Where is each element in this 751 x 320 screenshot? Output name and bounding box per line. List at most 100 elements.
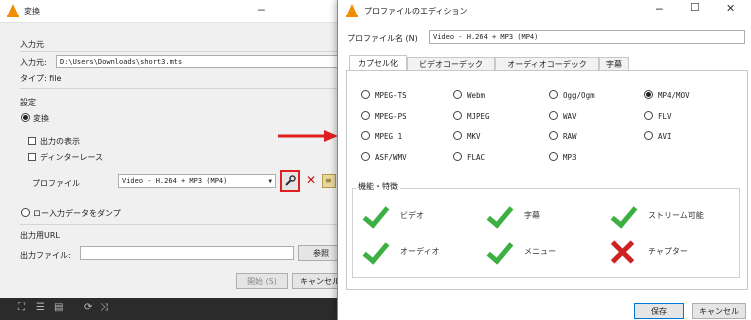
feature-label: ビデオ <box>400 211 424 220</box>
format-label: FLV <box>658 112 672 121</box>
format-radio[interactable] <box>361 152 370 161</box>
tab-subtitles[interactable]: 字幕 <box>599 57 629 70</box>
format-label: ASF/WMV <box>375 153 407 162</box>
loop-icon[interactable]: ⟳ <box>84 302 92 313</box>
format-label: MP3 <box>563 153 577 162</box>
show-output-label: 出力の表示 <box>40 137 80 146</box>
settings-group-label: 設定 <box>20 98 36 107</box>
type-label: タイプ: file <box>20 74 62 83</box>
format-label: WAV <box>563 112 577 121</box>
features-group <box>352 188 740 278</box>
minimize-icon[interactable]: ─ <box>258 4 265 17</box>
dest-label: 出力ファイル: <box>20 251 71 260</box>
check-icon <box>486 240 512 262</box>
format-radio[interactable] <box>644 111 653 120</box>
format-label: MKV <box>467 132 481 141</box>
source-field[interactable]: D:\Users\Downloads\short3.mts <box>56 55 338 68</box>
source-label: 入力元: <box>20 58 47 67</box>
edit-profile-button[interactable] <box>280 170 300 192</box>
format-radio[interactable] <box>361 131 370 140</box>
feature-label: 字幕 <box>524 211 540 220</box>
check-icon <box>362 240 388 262</box>
convert-radio-label: 変換 <box>33 114 49 123</box>
player-toolbar: ⛶ ☰ ▤ ⟳ ⤨ <box>0 298 340 320</box>
dest-group-label: 出力用URL <box>20 231 60 240</box>
new-profile-button[interactable]: ≡ <box>322 174 336 188</box>
deinterlace-checkbox[interactable] <box>28 153 36 161</box>
format-radio[interactable] <box>453 111 462 120</box>
dump-raw-label: ロー入力データをダンプ <box>33 209 121 218</box>
close-icon[interactable]: ✕ <box>726 2 735 15</box>
fullscreen-icon[interactable]: ⛶ <box>18 302 25 313</box>
profile-select[interactable]: Video - H.264 + MP3 (MP4) ▼ <box>118 174 276 188</box>
feature-label: オーディオ <box>400 247 440 256</box>
format-label: MPEG-TS <box>375 91 407 100</box>
maximize-icon[interactable]: ☐ <box>690 1 700 14</box>
vlc-cone-icon <box>7 4 19 17</box>
profile-select-value: Video - H.264 + MP3 (MP4) <box>122 177 228 185</box>
format-label: MJPEG <box>467 112 490 121</box>
format-label: MPEG-PS <box>375 112 407 121</box>
profile-cancel-button[interactable]: キャンセル <box>692 303 746 319</box>
cross-icon <box>610 240 634 264</box>
divider <box>20 88 340 89</box>
feature-label: ストリーム可能 <box>648 211 704 220</box>
convert-radio[interactable] <box>21 113 30 122</box>
start-button[interactable]: 開始 (S) <box>236 273 288 289</box>
check-icon <box>486 204 512 226</box>
deinterlace-label: ディンターレース <box>40 153 104 162</box>
convert-titlebar: 変換 ─ <box>0 0 360 23</box>
red-arrow-icon <box>278 130 338 142</box>
format-label: Ogg/Ogm <box>563 91 595 100</box>
save-button[interactable]: 保存 <box>634 303 684 319</box>
format-label: FLAC <box>467 153 486 162</box>
tab-video-codec[interactable]: ビデオコーデック <box>407 57 495 70</box>
format-radio[interactable] <box>361 90 370 99</box>
format-radio[interactable] <box>644 90 653 99</box>
chevron-down-icon: ▼ <box>268 178 272 185</box>
format-radio[interactable] <box>549 111 558 120</box>
red-x-icon: ✕ <box>306 173 317 187</box>
features-group-label: 機能・特徴 <box>356 181 400 192</box>
source-group-label: 入力元 <box>20 40 44 49</box>
feature-label: メニュー <box>524 247 556 256</box>
divider <box>20 51 340 52</box>
format-label: MP4/MOV <box>658 91 690 100</box>
format-label: AVI <box>658 132 672 141</box>
feature-label: チャプター <box>648 247 688 256</box>
minimize-icon[interactable]: ─ <box>656 3 663 16</box>
convert-window: 変換 ─ 入力元 入力元: D:\Users\Downloads\short3.… <box>0 0 361 300</box>
divider <box>20 224 340 225</box>
tab-encapsulation[interactable]: カプセル化 <box>349 55 407 71</box>
format-radio[interactable] <box>549 131 558 140</box>
check-icon <box>610 204 636 226</box>
format-radio[interactable] <box>549 152 558 161</box>
format-radio[interactable] <box>453 152 462 161</box>
delete-profile-button[interactable]: ✕ <box>304 173 318 188</box>
format-radio[interactable] <box>644 131 653 140</box>
wrench-icon <box>285 175 296 186</box>
format-radio[interactable] <box>361 111 370 120</box>
dest-file-field[interactable] <box>80 246 294 260</box>
format-label: RAW <box>563 132 577 141</box>
show-output-checkbox[interactable] <box>28 137 36 145</box>
format-label: Webm <box>467 91 486 100</box>
dump-raw-radio[interactable] <box>21 208 30 217</box>
profile-editor-window: プロファイルのエディション ─ ☐ ✕ プロファイル名 (N) Video - … <box>337 0 751 320</box>
shuffle-icon[interactable]: ⤨ <box>100 302 108 313</box>
profile-window-title: プロファイルのエディション <box>364 7 468 16</box>
tab-audio-codec[interactable]: オーディオコーデック <box>495 57 599 70</box>
profile-name-field[interactable]: Video - H.264 + MP3 (MP4) <box>429 30 745 44</box>
format-label: MPEG 1 <box>375 132 403 141</box>
playlist-icon[interactable]: ▤ <box>54 302 63 313</box>
vlc-cone-icon <box>346 4 358 17</box>
format-radio[interactable] <box>453 131 462 140</box>
profile-label: プロファイル <box>32 179 80 188</box>
format-radio[interactable] <box>453 90 462 99</box>
convert-window-title: 変換 <box>24 7 40 16</box>
format-radio[interactable] <box>549 90 558 99</box>
profile-name-label: プロファイル名 (N) <box>347 34 418 43</box>
equalizer-icon[interactable]: ☰ <box>36 302 45 313</box>
check-icon <box>362 204 388 226</box>
new-profile-icon: ≡ <box>325 176 332 185</box>
